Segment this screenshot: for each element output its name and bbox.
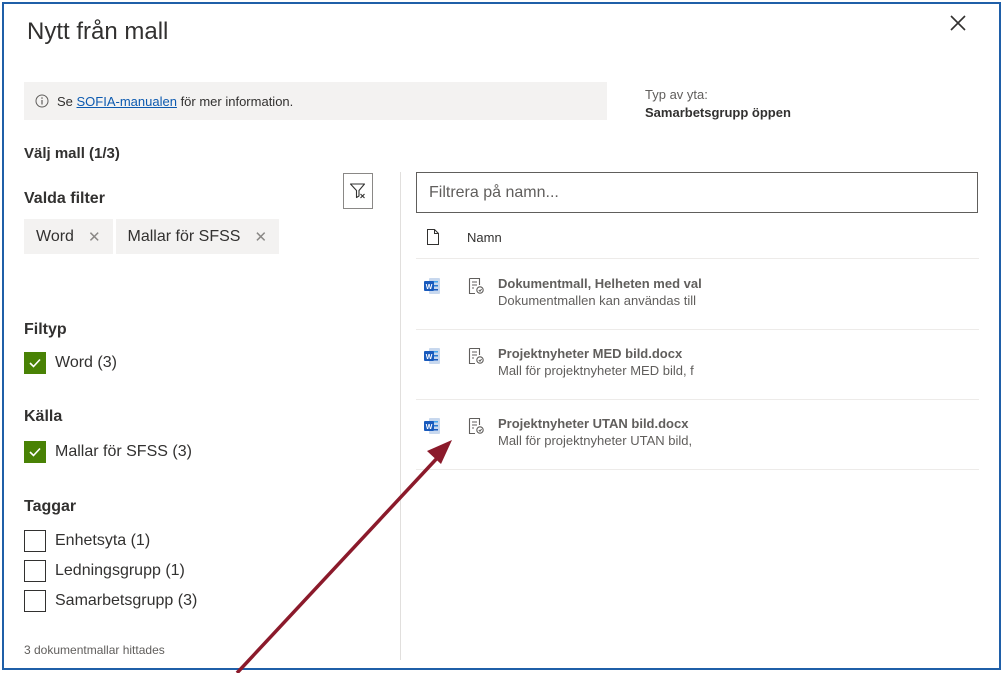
checkmark-icon <box>29 447 41 457</box>
template-row[interactable]: W Projektnyheter MED bild.docx Mall för … <box>416 329 979 400</box>
checkbox-ledningsgrupp[interactable]: Ledningsgrupp (1) <box>24 560 185 582</box>
list-header: Namn <box>416 226 979 259</box>
filter-chip-word: Word ✕ <box>24 219 113 254</box>
checkbox-unchecked[interactable] <box>24 560 46 582</box>
site-type-label: Typ av yta: <box>645 87 708 102</box>
checkbox-unchecked[interactable] <box>24 530 46 552</box>
column-header-name[interactable]: Namn <box>467 230 502 245</box>
filter-chip-sfss: Mallar för SFSS ✕ <box>115 219 280 254</box>
info-suffix: för mer information. <box>176 93 294 109</box>
sofia-manual-link[interactable]: SOFIA-manualen <box>77 94 177 109</box>
dialog-title: Nytt från mall <box>27 18 169 45</box>
panel-divider <box>400 172 401 660</box>
checkbox-label: Mallar för SFSS (3) <box>55 443 192 460</box>
word-doc-icon: W <box>424 348 440 364</box>
result-count: 3 dokumentmallar hittades <box>24 643 165 657</box>
template-icon <box>468 277 484 295</box>
filter-name-input[interactable]: Filtrera på namn... <box>416 172 978 213</box>
site-type-value: Samarbetsgrupp öppen <box>645 105 791 120</box>
file-type-icon <box>427 229 439 245</box>
template-name: Dokumentmall, Helheten med val <box>498 276 702 291</box>
checkbox-word[interactable]: Word (3) <box>24 352 117 374</box>
remove-chip-icon[interactable]: ✕ <box>88 228 101 246</box>
checkbox-checked[interactable] <box>24 352 46 374</box>
svg-text:W: W <box>426 424 433 431</box>
template-description: Mall för projektnyheter MED bild, f <box>498 363 694 378</box>
checkbox-label: Word (3) <box>55 354 117 371</box>
selected-filters-heading: Valda filter <box>24 190 105 207</box>
info-text: Se SOFIA-manualen för mer information. <box>57 94 293 109</box>
checkbox-mallar-sfss[interactable]: Mallar för SFSS (3) <box>24 441 192 463</box>
info-bar: Se SOFIA-manualen för mer information. <box>24 82 607 120</box>
checkbox-label: Samarbetsgrupp (3) <box>55 592 198 609</box>
checkbox-label: Enhetsyta (1) <box>55 532 151 549</box>
template-description: Dokumentmallen kan användas till <box>498 293 696 308</box>
info-prefix: Se <box>57 93 77 109</box>
template-row[interactable]: W Projektnyheter UTAN bild.docx Mall för… <box>416 399 979 470</box>
template-icon <box>468 347 484 365</box>
clear-filters-button[interactable] <box>343 173 373 209</box>
select-template-heading: Välj mall (1/3) <box>24 145 120 162</box>
selected-filter-chips: Word ✕ Mallar för SFSS ✕ <box>24 219 280 254</box>
checkbox-samarbetsgrupp[interactable]: Samarbetsgrupp (3) <box>24 590 197 612</box>
checkbox-unchecked[interactable] <box>24 590 46 612</box>
site-type: Typ av yta: Samarbetsgrupp öppen <box>645 87 791 120</box>
template-name: Projektnyheter UTAN bild.docx <box>498 416 689 431</box>
checkbox-enhetsyta[interactable]: Enhetsyta (1) <box>24 530 150 552</box>
source-heading: Källa <box>24 408 63 425</box>
filetype-heading: Filtyp <box>24 321 67 338</box>
word-doc-icon: W <box>424 278 440 294</box>
remove-chip-icon[interactable]: ✕ <box>254 228 267 246</box>
template-description: Mall för projektnyheter UTAN bild, <box>498 433 693 448</box>
tags-heading: Taggar <box>24 498 77 515</box>
word-doc-icon: W <box>424 418 440 434</box>
checkbox-label: Ledningsgrupp (1) <box>55 562 185 579</box>
close-icon[interactable] <box>946 11 970 35</box>
checkmark-icon <box>29 358 41 368</box>
template-row[interactable]: W Dokumentmall, Helheten med val Dokumen… <box>416 259 979 330</box>
svg-text:W: W <box>426 354 433 361</box>
template-icon <box>468 417 484 435</box>
info-icon <box>35 94 49 108</box>
filter-clear-icon <box>349 183 366 199</box>
filter-chip-label: Word <box>36 227 74 245</box>
template-name: Projektnyheter MED bild.docx <box>498 346 683 361</box>
checkbox-checked[interactable] <box>24 441 46 463</box>
filter-chip-label: Mallar för SFSS <box>127 227 241 245</box>
svg-text:W: W <box>426 284 433 291</box>
